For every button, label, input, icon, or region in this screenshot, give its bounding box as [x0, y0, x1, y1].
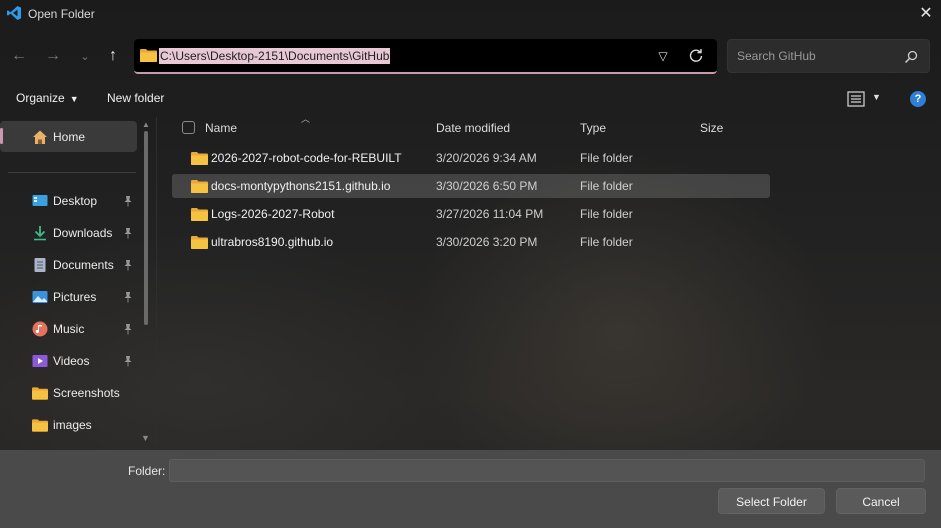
sidebar-label: Music: [53, 322, 85, 336]
back-button[interactable]: ←: [7, 44, 31, 68]
new-folder-button[interactable]: New folder: [107, 91, 164, 105]
sidebar-label-home: Home: [53, 130, 86, 144]
column-header-name[interactable]: Name: [205, 121, 237, 135]
folder-label: Folder:: [128, 464, 166, 478]
select-all-checkbox[interactable]: [182, 121, 195, 134]
window-title: Open Folder: [28, 7, 95, 21]
refresh-icon[interactable]: [687, 47, 705, 65]
sidebar-item-downloads[interactable]: Downloads: [32, 221, 112, 245]
pin-icon[interactable]: [122, 227, 134, 239]
selection-indicator: [0, 128, 3, 144]
view-caret-icon[interactable]: ▼: [872, 92, 881, 102]
file-type: File folder: [580, 207, 633, 221]
file-date: 3/27/2026 11:04 PM: [436, 207, 544, 221]
sidebar-label: Downloads: [53, 226, 113, 240]
select-folder-button[interactable]: Select Folder: [718, 488, 825, 514]
file-date: 3/20/2026 9:34 AM: [436, 151, 537, 165]
file-type: File folder: [580, 151, 633, 165]
sidebar-item-home[interactable]: Home: [0, 121, 137, 152]
pin-icon[interactable]: [122, 259, 134, 271]
file-type: File folder: [580, 235, 633, 249]
table-row-selected[interactable]: docs-montypythons2151.github.io 3/30/202…: [172, 174, 770, 198]
navigation-pane: Home Desktop Downloads Documents Picture…: [0, 117, 157, 450]
column-header-date[interactable]: Date modified: [436, 121, 510, 135]
folder-icon: [191, 208, 208, 221]
folder-icon: [191, 152, 208, 165]
sidebar-label: Documents: [53, 258, 114, 272]
music-icon: [32, 321, 48, 337]
folder-icon: [140, 49, 157, 62]
file-type: File folder: [580, 179, 633, 193]
file-date: 3/30/2026 6:50 PM: [436, 179, 538, 193]
view-options-icon[interactable]: [847, 91, 865, 107]
vscode-icon: [7, 6, 21, 20]
arrow-up-icon: ↑: [109, 47, 117, 64]
sidebar-item-images[interactable]: images: [32, 413, 92, 437]
organize-label: Organize: [16, 91, 65, 105]
table-row[interactable]: ultrabros8190.github.io 3/30/2026 3:20 P…: [172, 230, 770, 254]
folder-icon: [191, 236, 208, 249]
chevron-down-icon: ⌄: [80, 50, 90, 63]
document-icon: [34, 258, 46, 272]
folder-icon: [191, 180, 208, 193]
close-icon[interactable]: ✕: [915, 3, 937, 25]
pin-icon[interactable]: [122, 323, 134, 335]
table-row[interactable]: 2026-2027-robot-code-for-REBUILT 3/20/20…: [172, 146, 770, 170]
up-button[interactable]: ↑: [101, 44, 125, 68]
organize-button[interactable]: Organize ▼: [16, 91, 79, 105]
pin-icon[interactable]: [122, 355, 134, 367]
file-date: 3/30/2026 3:20 PM: [436, 235, 538, 249]
scroll-down-icon[interactable]: ▼: [141, 433, 150, 443]
sidebar-item-desktop[interactable]: Desktop: [32, 189, 97, 213]
address-path[interactable]: C:\Users\Desktop-2151\Documents\GitHub: [159, 48, 391, 64]
folder-icon: [32, 419, 48, 432]
sidebar-item-pictures[interactable]: Pictures: [32, 285, 96, 309]
file-name: docs-montypythons2151.github.io: [211, 179, 391, 193]
sidebar-item-music[interactable]: Music: [32, 317, 84, 341]
file-name: 2026-2027-robot-code-for-REBUILT: [211, 151, 402, 165]
arrow-right-icon: →: [45, 47, 61, 64]
folder-icon: [32, 387, 48, 400]
scrollbar-thumb[interactable]: [144, 131, 148, 325]
home-row: Home: [32, 125, 85, 149]
sidebar-item-videos[interactable]: Videos: [32, 349, 89, 373]
sidebar-item-screenshots[interactable]: Screenshots: [32, 381, 120, 405]
folder-name-input[interactable]: [169, 459, 925, 482]
column-header-type[interactable]: Type: [580, 121, 606, 135]
help-icon[interactable]: ?: [910, 91, 926, 107]
arrow-left-icon: ←: [11, 47, 27, 64]
forward-button[interactable]: →: [41, 44, 65, 68]
table-row[interactable]: Logs-2026-2027-Robot 3/27/2026 11:04 PM …: [172, 202, 770, 226]
recent-locations-button[interactable]: ⌄: [73, 44, 97, 68]
sidebar-label: Screenshots: [53, 386, 120, 400]
download-icon: [34, 226, 46, 241]
address-dropdown-icon[interactable]: ▽: [654, 47, 672, 65]
column-header-size[interactable]: Size: [700, 121, 723, 135]
address-bar[interactable]: C:\Users\Desktop-2151\Documents\GitHub ▽: [134, 39, 717, 74]
file-name: Logs-2026-2027-Robot: [211, 207, 335, 221]
search-input[interactable]: Search GitHub: [727, 39, 930, 73]
title-bar: Open Folder ✕: [0, 0, 941, 30]
sidebar-label: Pictures: [53, 290, 97, 304]
video-icon: [32, 355, 48, 367]
file-name: ultrabros8190.github.io: [211, 235, 334, 249]
pin-icon[interactable]: [122, 291, 134, 303]
sidebar-item-documents[interactable]: Documents: [32, 253, 114, 277]
sidebar-label: Desktop: [53, 194, 98, 208]
pane-divider: [156, 117, 157, 450]
picture-icon: [32, 291, 48, 303]
sidebar-label: images: [53, 418, 92, 432]
scroll-up-icon[interactable]: ▲: [142, 120, 150, 129]
sidebar-label: Videos: [53, 354, 90, 368]
caret-down-icon: ▼: [69, 93, 79, 104]
search-placeholder: Search GitHub: [737, 49, 816, 63]
home-icon: [33, 130, 47, 144]
cancel-button[interactable]: Cancel: [836, 488, 926, 514]
dialog-footer: Folder: Select Folder Cancel: [0, 450, 941, 528]
sort-ascending-icon: ︿: [301, 114, 311, 124]
search-icon[interactable]: [903, 49, 919, 65]
pin-icon[interactable]: [122, 195, 134, 207]
sidebar-divider: [8, 172, 136, 173]
desktop-icon: [32, 195, 48, 206]
